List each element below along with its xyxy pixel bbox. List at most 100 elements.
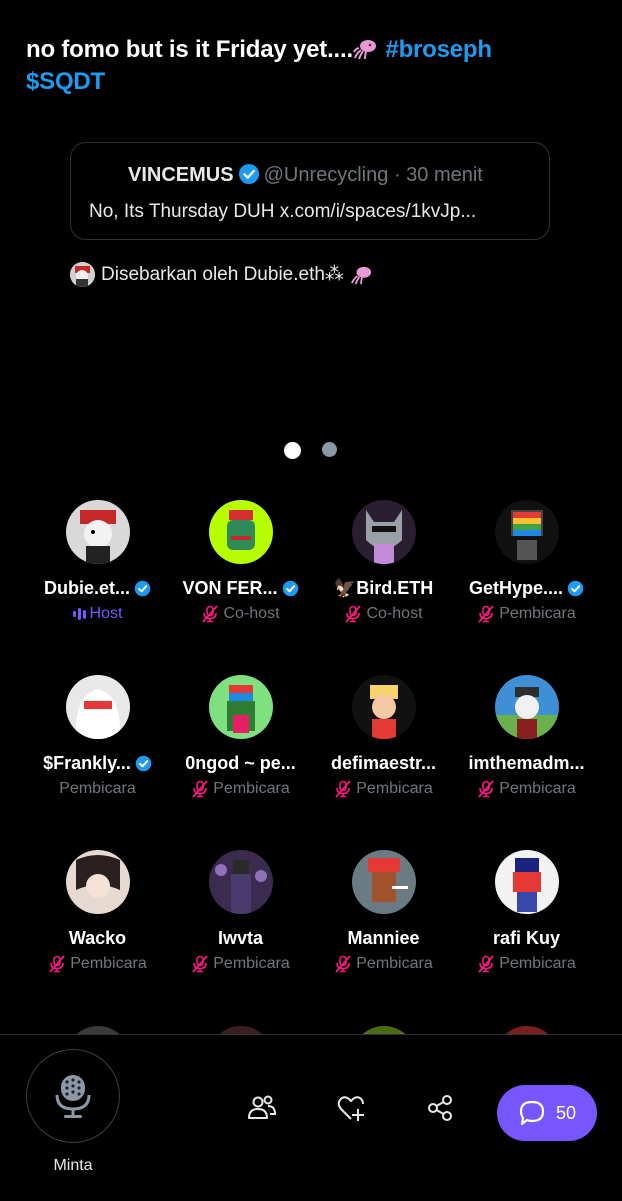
participant-role-row: Co-host xyxy=(169,605,312,623)
participant-name-row: Iwvta xyxy=(169,928,312,949)
participant-name-row: imthemadm... xyxy=(455,753,598,774)
repost-attribution[interactable]: Disebarkan oleh Dubie.eth⁂ xyxy=(70,262,374,287)
participant-card[interactable]: rafi Kuy Pembicara xyxy=(455,850,598,973)
verified-badge-icon xyxy=(567,580,584,597)
mic-muted-icon xyxy=(335,780,351,798)
quoted-post-header: VINCEMUS @Unrecycling · 30 menit xyxy=(128,163,483,187)
quoted-post-body: No, Its Thursday DUH x.com/i/spaces/1kvJ… xyxy=(89,201,477,222)
participant-role-row: Pembicara xyxy=(455,605,598,623)
participant-role-row: Host xyxy=(26,605,169,623)
participant-name: Manniee xyxy=(347,928,420,948)
participant-card[interactable]: Wacko Pembicara xyxy=(26,850,169,973)
participant-role: Co-host xyxy=(366,605,423,622)
participant-name-row: Dubie.et... xyxy=(26,578,169,599)
participant-role-row: Pembicara xyxy=(312,955,455,973)
participant-role-row: Pembicara xyxy=(312,780,455,798)
participant-name-row: 🦅Bird.ETH xyxy=(312,578,455,599)
participant-role-row: Pembicara xyxy=(169,955,312,973)
verified-badge-icon xyxy=(282,580,298,597)
cashtag-link[interactable]: $SQDT xyxy=(26,68,105,95)
pager-dot-inactive[interactable] xyxy=(322,442,337,457)
verified-badge-icon xyxy=(134,580,151,597)
participant-role: Pembicara xyxy=(213,955,290,972)
participant-name: Iwvta xyxy=(217,928,264,948)
participant-name-row: rafi Kuy xyxy=(455,928,598,949)
pager-dots xyxy=(0,442,622,460)
mic-muted-icon xyxy=(202,605,219,623)
avatar[interactable] xyxy=(65,675,130,739)
comments-button[interactable]: 50 xyxy=(497,1085,597,1141)
avatar[interactable] xyxy=(208,675,273,739)
space-title: no fomo but is it Friday yet.... #brosep… xyxy=(26,34,586,98)
avatar[interactable] xyxy=(494,500,559,564)
participant-role: Pembicara xyxy=(499,605,576,622)
participant-role: Pembicara xyxy=(59,780,136,797)
participant-role: Co-host xyxy=(223,605,280,622)
avatar[interactable] xyxy=(494,675,559,739)
participant-card[interactable]: VON FER... Co-host xyxy=(169,500,312,623)
participant-role: Pembicara xyxy=(356,955,433,972)
quoted-author-handle: @Unrecycling xyxy=(263,164,389,186)
avatar[interactable] xyxy=(351,675,416,739)
avatar[interactable] xyxy=(494,850,559,914)
quoted-post-card[interactable]: VINCEMUS @Unrecycling · 30 menit No, Its … xyxy=(70,142,550,240)
participant-role: Pembicara xyxy=(356,780,433,797)
participant-card[interactable]: GetHype.... Pembicara xyxy=(455,500,598,623)
participant-name: imthemadm... xyxy=(468,753,585,773)
avatar[interactable] xyxy=(65,850,130,914)
participant-name-row: VON FER... xyxy=(169,578,312,599)
participant-card[interactable]: Iwvta Pembicara xyxy=(169,850,312,973)
reposter-avatar xyxy=(70,262,95,287)
participant-role: Pembicara xyxy=(499,780,576,797)
hashtag-link[interactable]: #broseph xyxy=(385,36,492,63)
participant-name-row: $Frankly... xyxy=(26,753,169,774)
quoted-post-time: · 30 menit xyxy=(393,164,483,186)
participant-name-row: 0ngod ~ pe... xyxy=(169,753,312,774)
mic-muted-icon xyxy=(192,955,208,973)
participant-name-row: defimaestr... xyxy=(312,753,455,774)
avatar[interactable] xyxy=(351,850,416,914)
participant-name-row: Wacko xyxy=(26,928,169,949)
participant-role-row: Pembicara xyxy=(26,955,169,973)
participant-card[interactable]: Manniee Pembicara xyxy=(312,850,455,973)
squid-emoji-icon xyxy=(353,40,376,60)
participant-card[interactable]: imthemadm... Pembicara xyxy=(455,675,598,798)
participant-role: Pembicara xyxy=(499,955,576,972)
participant-role-row: Pembicara xyxy=(169,780,312,798)
people-icon[interactable] xyxy=(247,1093,277,1123)
request-to-speak-button[interactable] xyxy=(26,1049,120,1143)
avatar[interactable] xyxy=(208,500,273,564)
mic-muted-icon xyxy=(478,955,494,973)
participant-name-row: Manniee xyxy=(312,928,455,949)
participant-role-row: Pembicara xyxy=(26,780,169,798)
participant-name: rafi Kuy xyxy=(492,928,561,948)
quoted-author-name: VINCEMUS xyxy=(128,164,234,186)
mic-muted-icon xyxy=(335,955,351,973)
squid-emoji-icon xyxy=(351,266,372,284)
repost-label: Disebarkan oleh Dubie.eth⁂ xyxy=(101,264,344,285)
mic-muted-icon xyxy=(478,605,494,623)
verified-badge-icon xyxy=(238,164,259,184)
participant-name-row: GetHype.... xyxy=(455,578,598,599)
participant-name: VON FER... xyxy=(182,578,278,598)
pager-dot-active[interactable] xyxy=(284,442,301,459)
participant-role-row: Pembicara xyxy=(455,955,598,973)
mic-muted-icon xyxy=(192,780,208,798)
mic-muted-icon xyxy=(49,955,65,973)
avatar[interactable] xyxy=(351,500,416,564)
share-icon[interactable] xyxy=(425,1093,455,1123)
participant-card[interactable]: 🦅Bird.ETH Co-host xyxy=(312,500,455,623)
participant-role: Pembicara xyxy=(213,780,290,797)
avatar[interactable] xyxy=(65,500,130,564)
avatar[interactable] xyxy=(208,850,273,914)
participant-name: defimaestr... xyxy=(330,753,437,773)
title-text: no fomo but is it Friday yet.... xyxy=(26,36,353,63)
participant-card[interactable]: $Frankly... Pembicara xyxy=(26,675,169,798)
mic-muted-icon xyxy=(478,780,494,798)
heart-plus-icon[interactable] xyxy=(336,1093,366,1123)
participant-role: Pembicara xyxy=(70,955,147,972)
microphone-icon xyxy=(55,1075,91,1118)
participant-card[interactable]: Dubie.et... Host xyxy=(26,500,169,623)
participant-card[interactable]: defimaestr... Pembicara xyxy=(312,675,455,798)
participant-card[interactable]: 0ngod ~ pe... Pembicara xyxy=(169,675,312,798)
